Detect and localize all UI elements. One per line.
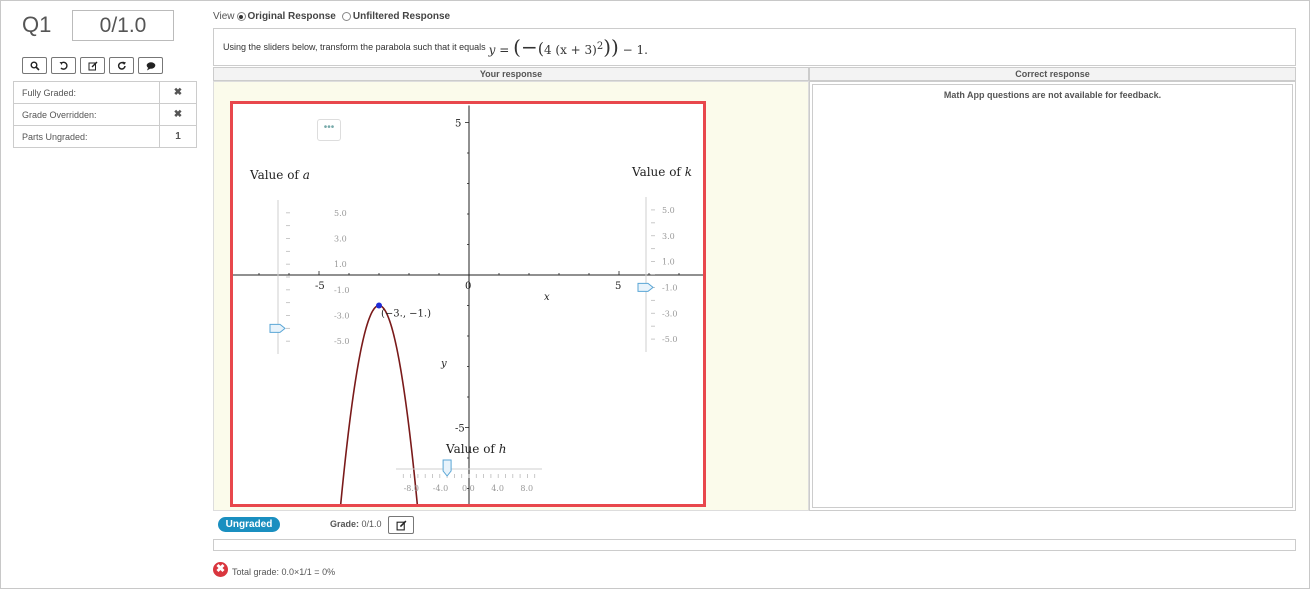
slider-a-tick-label: -3.0 xyxy=(334,312,349,321)
edit-button[interactable] xyxy=(80,57,105,74)
slider-a-var: a xyxy=(302,168,310,182)
status-label: Fully Graded: xyxy=(13,81,160,104)
refresh-icon xyxy=(117,61,126,70)
slider-h-tick-label: 4.0 xyxy=(491,484,504,493)
target-equation: y = (−(4 (x + 3)2)) − 1. xyxy=(489,35,648,59)
slider-h-tick-label: -8.0 xyxy=(404,484,419,493)
slider-a-thumb[interactable] xyxy=(269,323,286,333)
status-label: Grade Overridden: xyxy=(13,103,160,126)
app-menu-button[interactable]: ••• xyxy=(317,119,341,141)
equation-close: )) xyxy=(603,35,619,59)
equation-tail: − 1. xyxy=(622,43,648,57)
score-display: 0/1.0 xyxy=(72,10,174,41)
original-response-label[interactable]: Original Response xyxy=(248,11,336,22)
unfiltered-response-label[interactable]: Unfiltered Response xyxy=(353,11,450,22)
question-toolbar xyxy=(22,57,163,74)
x-tick-label: 0 xyxy=(465,281,471,292)
undo-icon xyxy=(59,61,68,70)
slider-h-tick-label: -4.0 xyxy=(433,484,448,493)
slider-a-tick-label: -1.0 xyxy=(334,286,349,295)
status-row-fully-graded: Fully Graded: ✖ xyxy=(13,81,197,104)
slider-a-label-prefix: Value of xyxy=(250,168,299,182)
correct-response-header: Correct response xyxy=(809,67,1296,81)
correct-response-panel: Math App questions are not available for… xyxy=(809,81,1296,511)
total-grade: ✖ Total grade: 0.0×1/1 = 0% xyxy=(213,562,336,577)
slider-h-label: Value of h xyxy=(446,442,506,456)
slider-k-tick-label: -1.0 xyxy=(662,283,677,292)
status-row-parts-ungraded: Parts Ungraded: 1 xyxy=(13,125,197,148)
slider-k-tick-label: -3.0 xyxy=(662,309,677,318)
slider-k-label: Value of k xyxy=(632,165,692,179)
total-grade-text: Total grade: 0.0×1/1 = 0% xyxy=(232,566,336,577)
math-app: -10-505105-5xy(−3., −1.)5.03.01.0-1.0-3.… xyxy=(230,101,706,507)
equation-open: (− xyxy=(513,35,538,59)
original-response-radio[interactable] xyxy=(236,12,246,21)
slider-h-label-prefix: Value of xyxy=(446,442,495,456)
correct-response-inner: Math App questions are not available for… xyxy=(812,84,1293,508)
status-value: ✖ xyxy=(159,103,197,126)
reset-button[interactable] xyxy=(51,57,76,74)
status-value: 1 xyxy=(159,125,197,148)
view-selector: View Original Response Unfiltered Respon… xyxy=(213,11,454,22)
refresh-button[interactable] xyxy=(109,57,134,74)
y-tick-label: -5 xyxy=(455,424,465,435)
x-tick-label: 5 xyxy=(615,281,621,292)
slider-h-thumb[interactable] xyxy=(442,459,452,477)
question-prompt: Using the sliders below, transform the p… xyxy=(213,28,1296,66)
slider-a-tick-label: 5.0 xyxy=(334,209,347,218)
slider-k-thumb[interactable] xyxy=(637,282,654,292)
slider-k-var: k xyxy=(684,165,692,179)
status-label: Parts Ungraded: xyxy=(13,125,160,148)
slider-h-tick-label: 0.0 xyxy=(462,484,475,493)
question-number: Q1 xyxy=(22,12,52,37)
slider-h-var: h xyxy=(498,442,507,456)
status-value: ✖ xyxy=(159,81,197,104)
slider-a-tick-label: 3.0 xyxy=(334,235,347,244)
comment-icon xyxy=(146,61,155,70)
view-button[interactable] xyxy=(22,57,47,74)
grade-label: Grade: xyxy=(330,519,360,529)
slider-a-tick-label: -5.0 xyxy=(334,337,349,346)
edit-grade-button[interactable] xyxy=(388,516,414,534)
vertex-label: (−3., −1.) xyxy=(381,309,431,320)
slider-k-tick-label: 3.0 xyxy=(662,232,675,241)
slider-h-tick-label: 8.0 xyxy=(520,484,533,493)
edit-icon xyxy=(88,61,97,70)
y-axis-label: y xyxy=(440,359,447,370)
incorrect-icon: ✖ xyxy=(213,562,228,577)
slider-k-tick-label: -5.0 xyxy=(662,335,677,344)
x-tick-label: -5 xyxy=(315,281,325,292)
edit-icon xyxy=(396,520,406,530)
slider-k-label-prefix: Value of xyxy=(632,165,681,179)
slider-a-tick-label: 1.0 xyxy=(334,260,347,269)
y-tick-label: 5 xyxy=(455,119,461,130)
ungraded-badge: Ungraded xyxy=(218,517,280,532)
view-label: View xyxy=(213,11,235,22)
equation-lhs: y = xyxy=(488,43,510,57)
grade-value: 0/1.0 xyxy=(361,519,382,529)
unfiltered-response-radio[interactable] xyxy=(341,12,351,21)
x-axis-label: x xyxy=(544,292,550,303)
your-response-header: Your response xyxy=(213,67,809,81)
comment-field[interactable] xyxy=(213,539,1296,551)
feedback-unavailable-message: Math App questions are not available for… xyxy=(943,90,1162,100)
status-row-grade-overridden: Grade Overridden: ✖ xyxy=(13,103,197,126)
grading-status-table: Fully Graded: ✖ Grade Overridden: ✖ Part… xyxy=(13,81,197,148)
slider-k-tick-label: 5.0 xyxy=(662,206,675,215)
grade-display: Grade: 0/1.0 xyxy=(330,519,382,529)
slider-a-label: Value of a xyxy=(250,168,310,182)
parabola-curve xyxy=(339,304,419,504)
slider-k-tick-label: 1.0 xyxy=(662,258,675,267)
equation-core: 4 (x + 3) xyxy=(543,43,597,57)
search-icon xyxy=(30,61,40,71)
comment-button[interactable] xyxy=(138,57,163,74)
prompt-text: Using the sliders below, transform the p… xyxy=(223,42,486,52)
